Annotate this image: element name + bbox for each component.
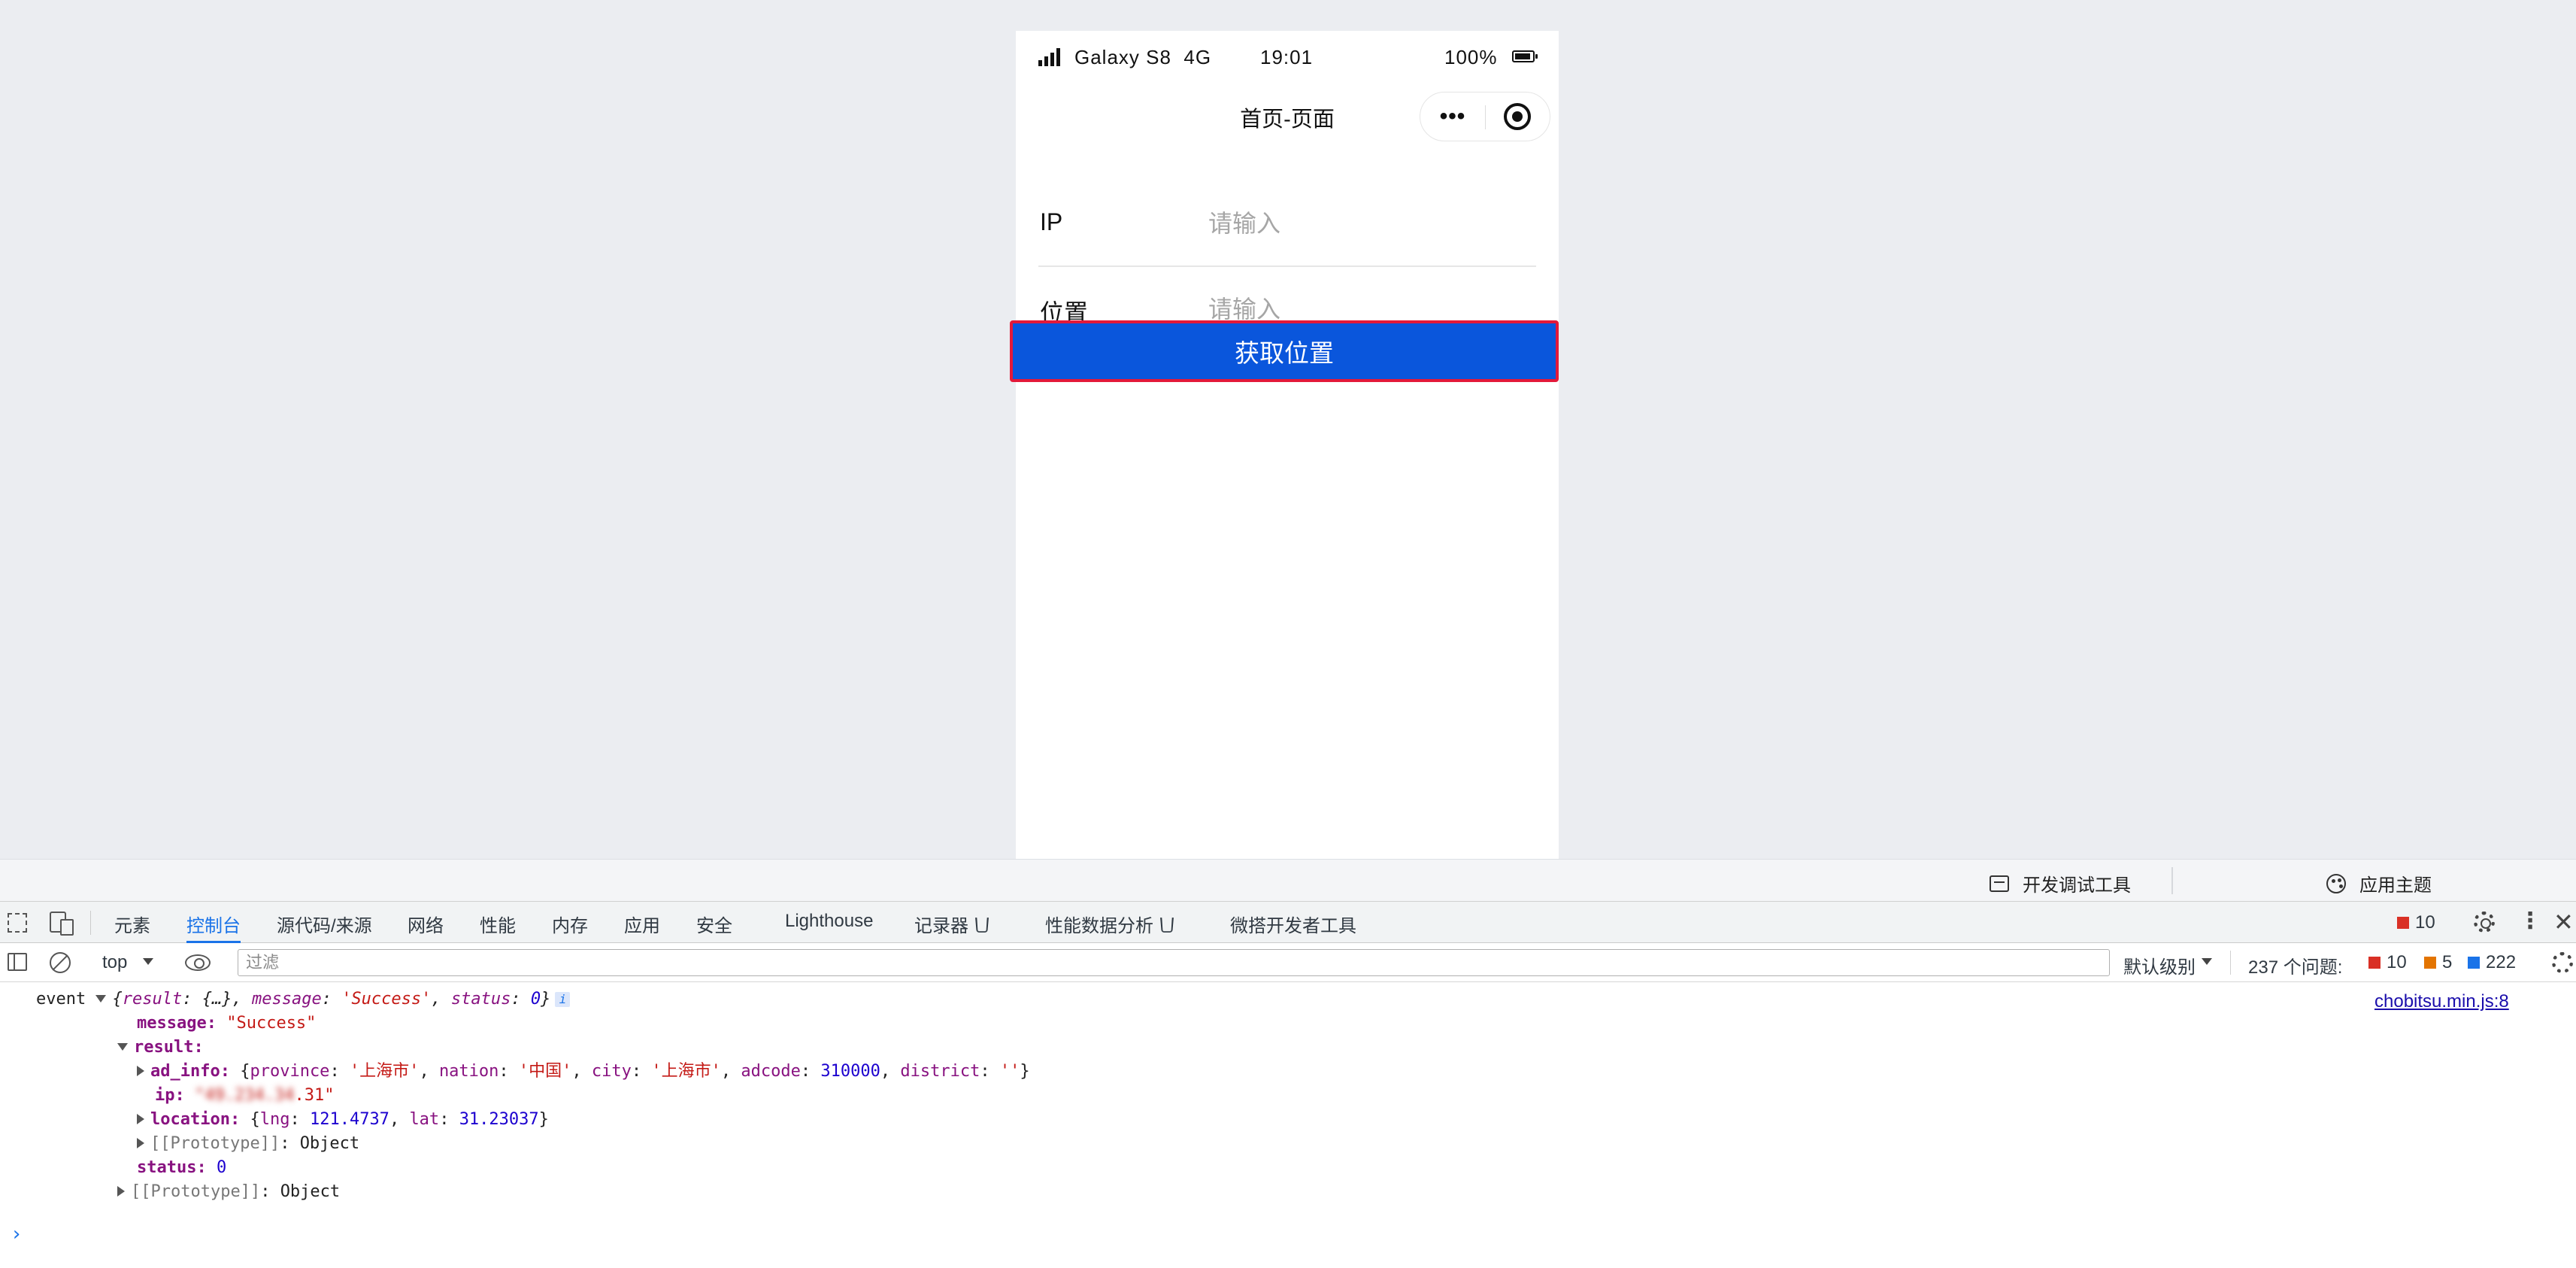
app-theme-button[interactable]: 应用主题 (2326, 870, 2432, 896)
info-icon[interactable]: i (555, 992, 571, 1007)
errors-counter[interactable]: 10 (2368, 952, 2407, 973)
palette-icon (2326, 873, 2346, 893)
tab-sources[interactable]: 源代码/来源 (277, 911, 372, 944)
console-toolbar: top 默认级别 237 个问题: 10 5 222 (0, 943, 2576, 982)
log-label: event (36, 990, 86, 1009)
ip-form-row: IP (1038, 183, 1536, 267)
mini-program-capsule: ••• (1420, 92, 1550, 141)
context-selector[interactable]: top (102, 952, 127, 973)
close-miniprogram-icon[interactable] (1504, 103, 1531, 130)
element-picker-icon[interactable] (8, 913, 27, 933)
chevron-down-icon (143, 958, 153, 965)
sidebar-toggle-icon[interactable] (8, 953, 27, 971)
console-filter-input[interactable] (238, 949, 2110, 976)
error-icon (2397, 917, 2409, 929)
tab-network[interactable]: 网络 (408, 911, 444, 944)
status-time: 19:01 (1260, 46, 1314, 68)
log-levels-dropdown[interactable]: 默认级别 (2123, 952, 2196, 978)
tab-weda-devtools[interactable]: 微搭开发者工具 (1230, 911, 1356, 944)
info-icon (2468, 957, 2480, 969)
toolbar-divider (2171, 867, 2173, 894)
infos-counter[interactable]: 222 (2468, 952, 2516, 973)
carrier-label: Galaxy S8 4G (1074, 46, 1212, 68)
settings-gear-icon[interactable] (2474, 912, 2495, 933)
collapse-triangle-icon[interactable] (137, 1114, 144, 1124)
issues-count-label[interactable]: 237 个问题: (2248, 952, 2342, 978)
ip-label: IP (1040, 208, 1063, 235)
tab-performance-insights-label: 性能数据分析 (1045, 916, 1153, 936)
tab-console[interactable]: 控制台 (186, 911, 241, 944)
app-theme-label: 应用主题 (2359, 875, 2432, 896)
clear-console-icon[interactable] (50, 952, 71, 973)
error-icon (2368, 957, 2381, 969)
more-options-icon[interactable]: ⋮ (2519, 908, 2541, 934)
phone-screen: Galaxy S8 4G 19:01 100% 首页-页面 ••• IP 位置 (1016, 31, 1559, 859)
tab-application[interactable]: 应用 (624, 911, 660, 944)
debug-tools-button[interactable]: 开发调试工具 (1990, 870, 2131, 896)
capsule-divider (1485, 105, 1486, 129)
log-entry-event[interactable]: event {result: {…}, message: 'Success', … (36, 988, 571, 1011)
collapse-triangle-icon[interactable] (137, 1066, 144, 1076)
status-bar: Galaxy S8 4G 19:01 100% (1016, 31, 1559, 83)
tab-memory[interactable]: 内存 (552, 911, 588, 944)
tab-performance-insights[interactable]: 性能数据分析 (1045, 911, 1174, 944)
expand-triangle-icon[interactable] (117, 1043, 128, 1051)
chevron-down-icon (2202, 958, 2212, 965)
signal-icon (1038, 48, 1060, 66)
prop-ip: ip: "49.234.34.31" (155, 1086, 335, 1105)
errors-count: 10 (2387, 952, 2407, 972)
simulator-toolbar: 开发调试工具 应用主题 (0, 859, 2576, 901)
warning-icon (2424, 957, 2436, 969)
error-count: 10 (2415, 912, 2435, 933)
tab-security[interactable]: 安全 (696, 911, 732, 944)
prop-location[interactable]: location: {lng: 121.4737, lat: 31.23037} (137, 1109, 549, 1131)
source-link[interactable]: chobitsu.min.js:8 (2374, 991, 2509, 1012)
collapse-triangle-icon[interactable] (117, 1186, 125, 1197)
collapse-triangle-icon[interactable] (137, 1138, 144, 1148)
prop-ad-info[interactable]: ad_info: {province: '上海市', nation: '中国',… (137, 1060, 1030, 1083)
console-log: chobitsu.min.js:8 event {result: {…}, me… (0, 982, 2576, 1268)
masked-ip: "49.234.34 (195, 1086, 295, 1105)
console-settings-gear-icon[interactable] (2552, 952, 2573, 973)
debug-tools-label: 开发调试工具 (2023, 875, 2131, 896)
tab-recorder-label: 记录器 (914, 916, 968, 936)
nav-bar: 首页-页面 ••• (1016, 83, 1559, 148)
console-toolbar-divider (2230, 951, 2231, 975)
get-location-button[interactable]: 获取位置 (1010, 320, 1559, 382)
devtools-tab-strip: 元素 控制台 源代码/来源 网络 性能 内存 应用 安全 Lighthouse … (0, 901, 2576, 944)
prop-result[interactable]: result: (117, 1036, 204, 1059)
flask-icon (1160, 918, 1174, 933)
infos-count: 222 (2486, 952, 2517, 972)
ip-input[interactable] (1208, 202, 1524, 244)
tab-performance[interactable]: 性能 (480, 911, 516, 944)
object-summary: {result: {…}, message: 'Success', status… (112, 990, 551, 1009)
prop-message: message: "Success" (137, 1014, 317, 1033)
tab-divider (90, 911, 91, 935)
tab-recorder[interactable]: 记录器 (914, 911, 989, 944)
tab-lighthouse[interactable]: Lighthouse (785, 911, 873, 944)
debug-tools-icon (1990, 875, 2009, 892)
warnings-count: 5 (2442, 952, 2453, 972)
error-count-badge[interactable]: 10 (2397, 912, 2435, 933)
prop-prototype-outer[interactable]: [[Prototype]]: Object (117, 1181, 340, 1203)
device-toolbar-icon[interactable] (50, 912, 74, 936)
prop-prototype-inner[interactable]: [[Prototype]]: Object (137, 1133, 359, 1155)
tab-elements[interactable]: 元素 (114, 911, 150, 944)
console-prompt-icon[interactable]: › (11, 1223, 23, 1245)
more-icon[interactable]: ••• (1420, 93, 1485, 141)
warnings-counter[interactable]: 5 (2424, 952, 2452, 973)
battery-percent: 100% (1444, 46, 1498, 68)
simulator-area: Galaxy S8 4G 19:01 100% 首页-页面 ••• IP 位置 … (0, 0, 2576, 859)
prop-status: status: 0 (137, 1158, 227, 1177)
battery-icon (1512, 50, 1538, 62)
close-devtools-icon[interactable]: ✕ (2553, 908, 2574, 936)
live-expression-eye-icon[interactable] (185, 954, 211, 971)
expand-triangle-icon[interactable] (95, 995, 107, 1003)
flask-icon (975, 918, 989, 933)
